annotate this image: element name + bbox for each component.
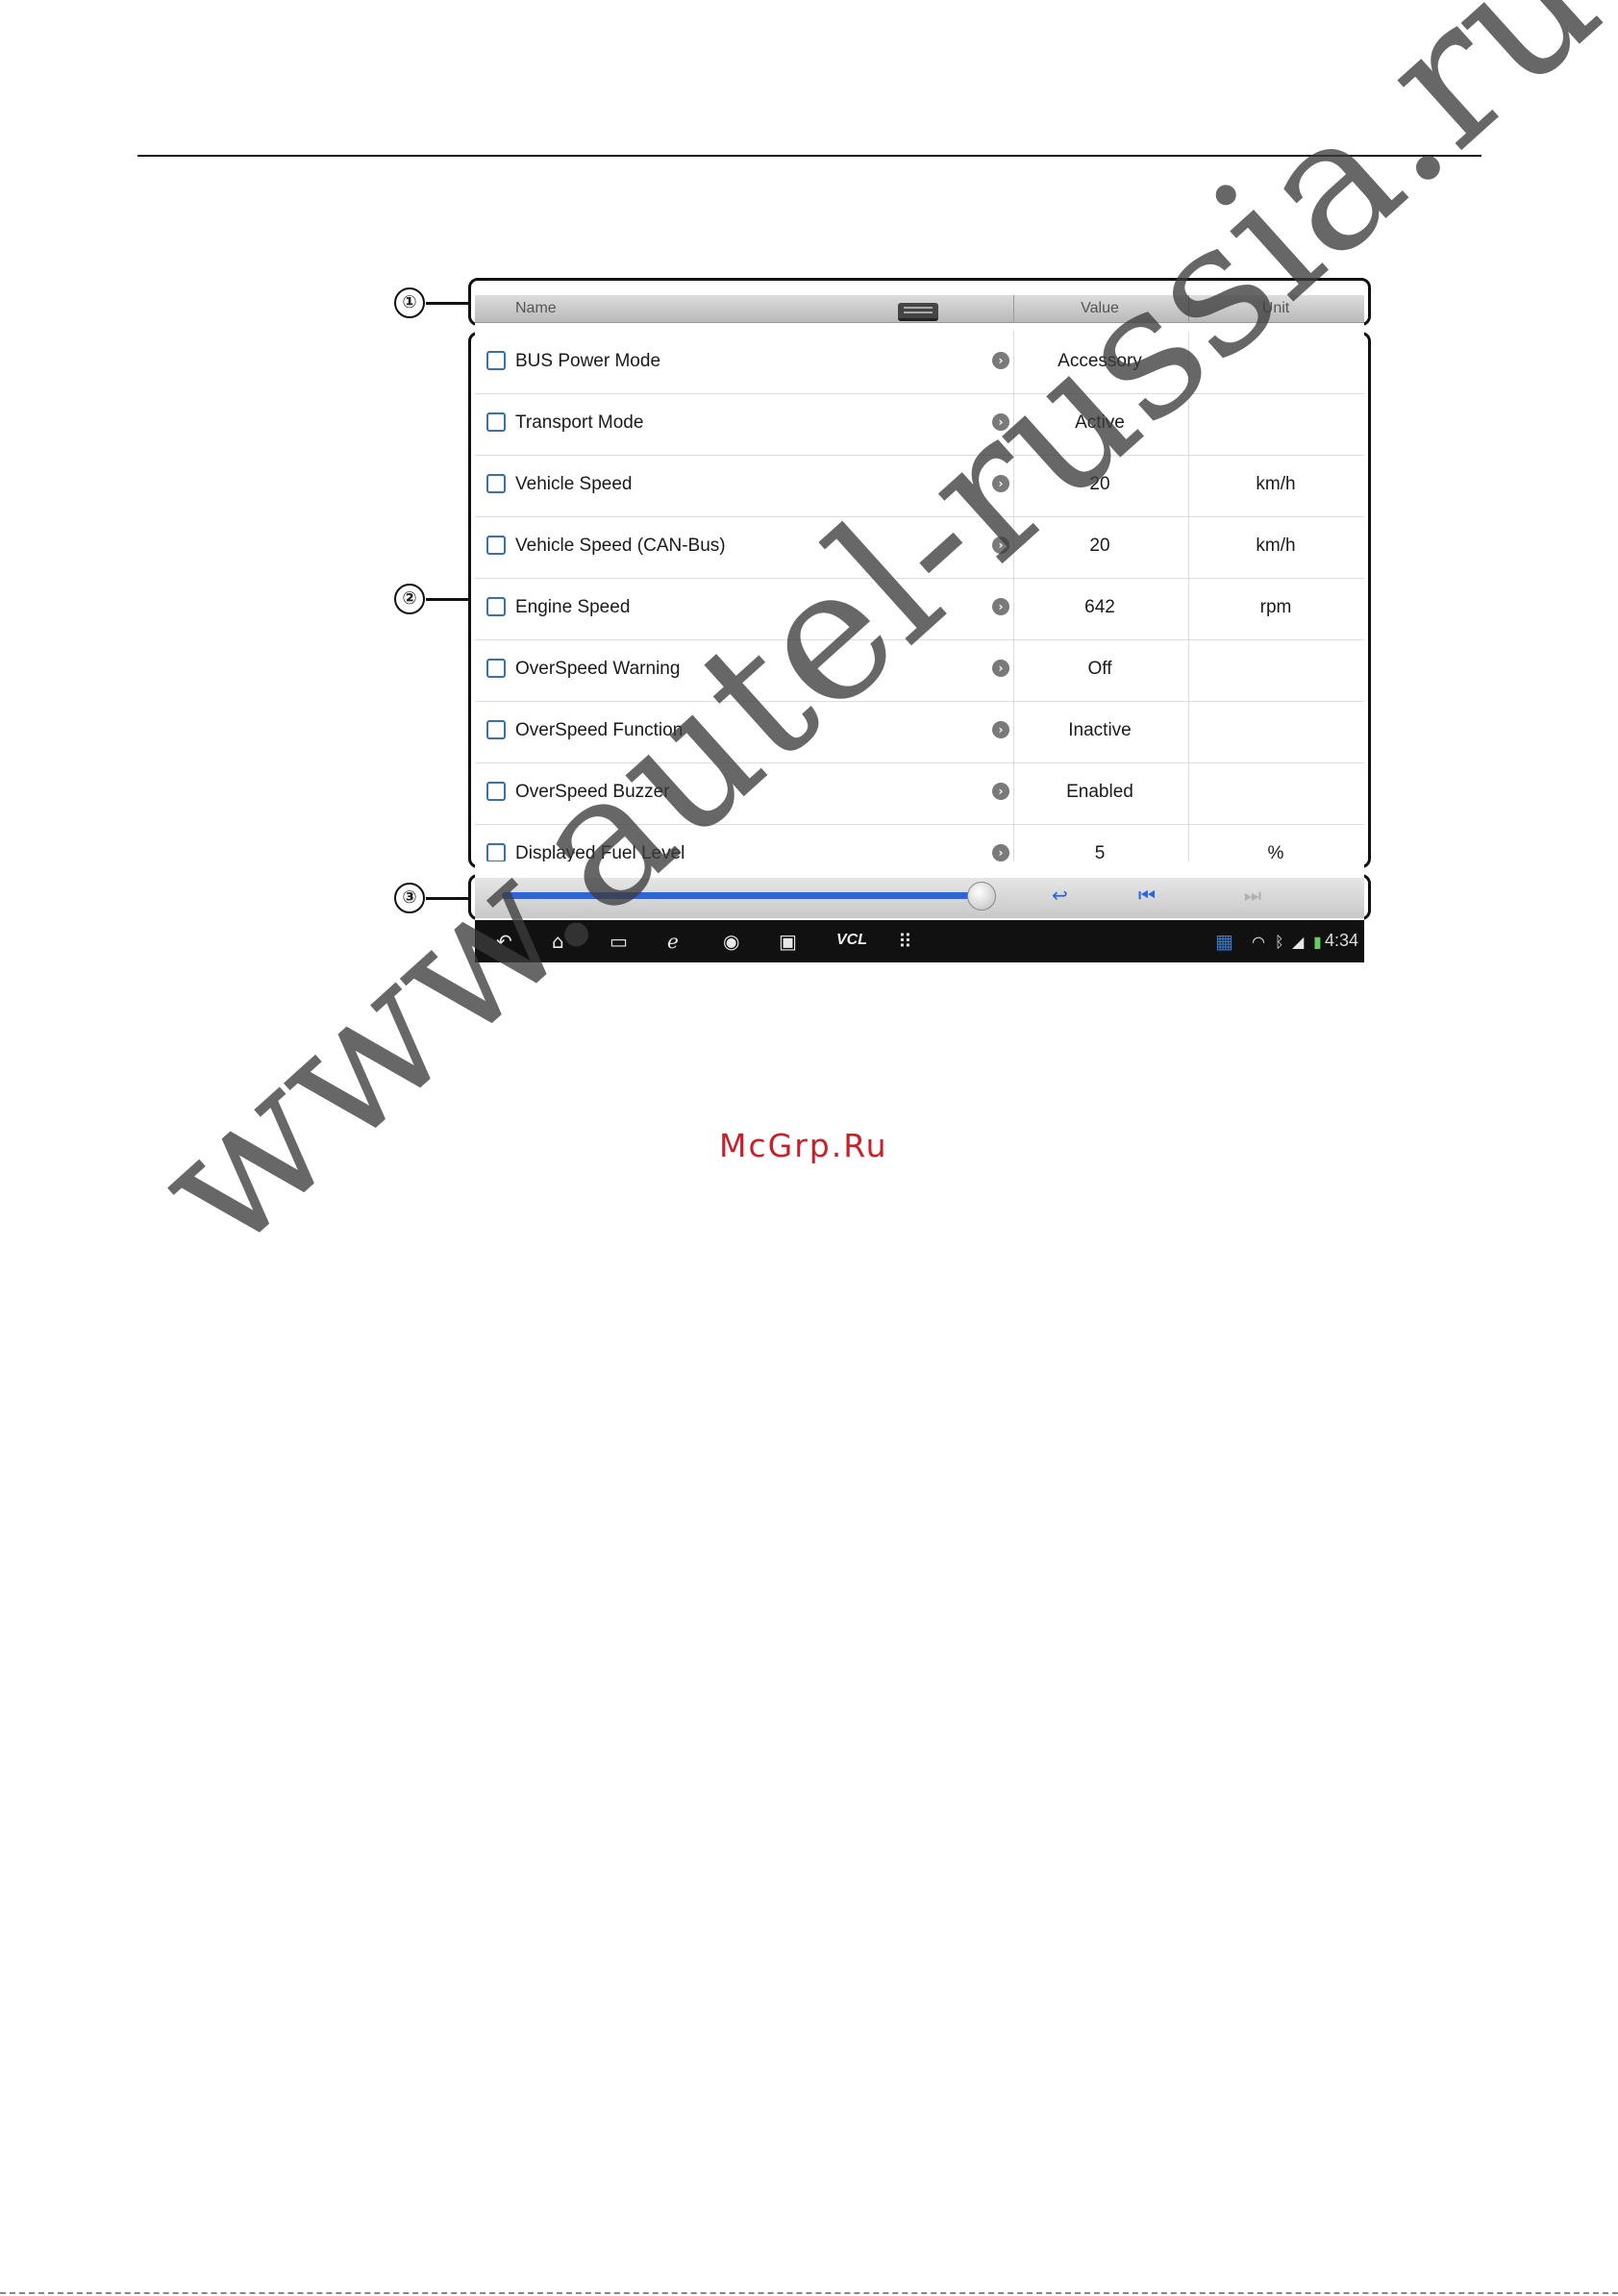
row-unit: km/h [1256, 536, 1296, 556]
home-icon[interactable]: ⌂ [552, 930, 564, 953]
row-unit: km/h [1256, 474, 1296, 494]
next-frame-icon[interactable]: ⏭ [1244, 884, 1261, 907]
info-icon[interactable]: › [992, 598, 1009, 615]
row-unit: rpm [1259, 597, 1292, 617]
browser-icon[interactable]: ℯ [667, 930, 679, 953]
table-row[interactable]: Displayed Fuel Level › 5 % [475, 824, 1364, 861]
info-icon[interactable]: › [992, 783, 1009, 800]
row-value: Enabled [1066, 782, 1133, 802]
callout-line-3 [426, 897, 468, 900]
row-checkbox[interactable] [486, 474, 506, 493]
parameter-list[interactable]: BUS Power Mode › Accessory Transport Mod… [475, 332, 1364, 861]
page-bottom-rule [0, 2292, 1618, 2294]
row-name: OverSpeed Function [515, 720, 684, 740]
previous-frame-icon[interactable]: ⏮ [1138, 884, 1156, 907]
row-unit: % [1267, 843, 1284, 861]
row-divider [1188, 332, 1189, 393]
row-name: OverSpeed Warning [515, 659, 681, 679]
row-checkbox[interactable] [486, 782, 506, 801]
row-name: Vehicle Speed (CAN-Bus) [515, 536, 726, 556]
device-screen: Name Value Unit BUS Power Mode › Accesso… [475, 289, 1364, 962]
row-value: Accessory [1058, 351, 1142, 371]
info-icon[interactable]: › [992, 537, 1009, 554]
table-row[interactable]: Vehicle Speed (CAN-Bus) › 20 km/h [475, 516, 1364, 579]
header-name: Name [515, 300, 557, 316]
info-icon[interactable]: › [992, 475, 1009, 492]
info-icon[interactable]: › [992, 413, 1009, 431]
android-nav-bar: ↶ ⌂ ▭ ℯ ◉ ▣ VCL ⠿ ▦ ◠ ᛒ ◢ ▮ 4:34 [475, 920, 1364, 962]
callout-number-1: ① [394, 287, 425, 318]
row-divider [1188, 762, 1189, 824]
callout-number-2: ② [394, 584, 425, 614]
row-divider [1188, 393, 1189, 455]
table-row[interactable]: Engine Speed › 642 rpm [475, 578, 1364, 640]
column-header: Name Value Unit [475, 295, 1364, 323]
row-value: Off [1087, 659, 1112, 679]
display-icon[interactable]: ▣ [779, 930, 797, 953]
info-icon[interactable]: › [992, 352, 1009, 369]
info-icon[interactable]: › [992, 844, 1009, 861]
row-divider [1188, 701, 1189, 762]
table-row[interactable]: OverSpeed Warning › Off [475, 639, 1364, 702]
recent-apps-icon[interactable]: ▭ [610, 930, 628, 953]
vcl-icon[interactable]: VCL [836, 932, 867, 949]
row-checkbox[interactable] [486, 720, 506, 739]
wifi-icon: ◠ [1252, 933, 1265, 951]
row-value: Inactive [1068, 720, 1132, 740]
row-value: Active [1075, 412, 1125, 433]
camera-icon[interactable]: ◉ [723, 930, 739, 953]
table-row[interactable]: Vehicle Speed › 20 km/h [475, 455, 1364, 517]
return-icon[interactable]: ↩ [1052, 884, 1068, 907]
row-name: Displayed Fuel Level [515, 843, 685, 861]
progress-slider[interactable] [502, 892, 983, 899]
info-icon[interactable]: › [992, 721, 1009, 738]
table-row[interactable]: OverSpeed Buzzer › Enabled [475, 762, 1364, 825]
row-value: 20 [1089, 536, 1110, 556]
mcgrp-watermark-label: McGrp.Ru [719, 1127, 888, 1164]
header-unit: Unit [1261, 300, 1290, 316]
row-checkbox[interactable] [486, 536, 506, 555]
row-name: Vehicle Speed [515, 474, 633, 494]
table-row[interactable]: BUS Power Mode › Accessory [475, 332, 1364, 394]
callout-line-1 [426, 302, 468, 305]
row-name: Engine Speed [515, 597, 631, 617]
row-checkbox[interactable] [486, 412, 506, 432]
callout-line-2 [426, 598, 468, 601]
row-value: 20 [1089, 474, 1110, 494]
row-value: 5 [1094, 843, 1106, 861]
row-checkbox[interactable] [486, 843, 506, 861]
row-checkbox[interactable] [486, 597, 506, 616]
clock: 4:34 [1324, 931, 1358, 950]
table-row[interactable]: OverSpeed Function › Inactive [475, 701, 1364, 763]
drag-handle-icon[interactable] [898, 303, 938, 321]
playback-toolbar: ↩ ⏮ ⏭ [475, 878, 1364, 918]
page-top-rule [137, 155, 1481, 157]
row-name: Transport Mode [515, 412, 644, 433]
progress-slider-fill [502, 892, 968, 899]
battery-icon: ▮ [1313, 933, 1322, 951]
app-notification-icon: ▦ [1215, 930, 1233, 953]
signal-icon: ◢ [1292, 933, 1305, 951]
row-checkbox[interactable] [486, 659, 506, 678]
slider-handle[interactable] [967, 882, 996, 911]
row-checkbox[interactable] [486, 351, 506, 370]
row-value: 642 [1084, 597, 1115, 617]
bluetooth-icon: ᛒ [1275, 933, 1284, 951]
apps-grid-icon[interactable]: ⠿ [898, 930, 912, 953]
row-name: OverSpeed Buzzer [515, 782, 670, 802]
row-divider [1188, 639, 1189, 701]
back-icon[interactable]: ↶ [496, 930, 512, 953]
info-icon[interactable]: › [992, 660, 1009, 677]
table-row[interactable]: Transport Mode › Active [475, 393, 1364, 456]
callout-number-3: ③ [394, 883, 425, 913]
header-value: Value [1081, 300, 1119, 316]
row-name: BUS Power Mode [515, 351, 661, 371]
